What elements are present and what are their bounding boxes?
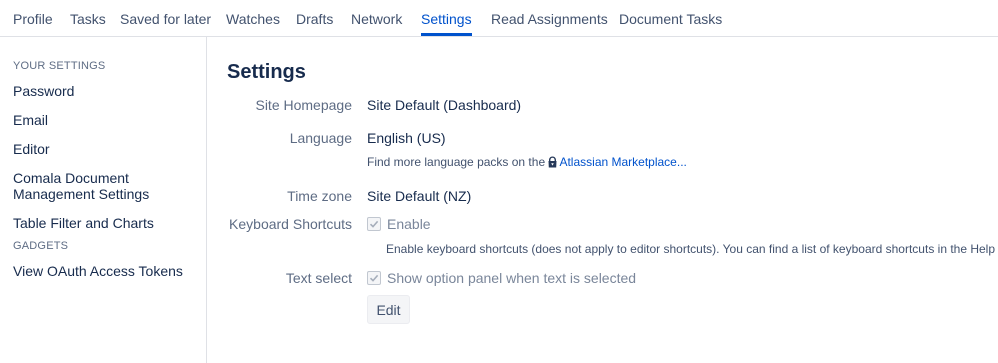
language-label: Language — [289, 130, 352, 146]
text-select-option-label[interactable]: Show option panel when text is selected — [387, 270, 636, 286]
sidebar-item-editor[interactable]: Editor — [13, 141, 198, 157]
language-packs-hint-text: Find more language packs on the — [367, 155, 546, 169]
text-select-row: Show option panel when text is selected — [367, 270, 636, 286]
sidebar-item-email[interactable]: Email — [13, 112, 198, 128]
tab-watches[interactable]: Watches — [226, 11, 280, 27]
tab-profile[interactable]: Profile — [13, 11, 53, 27]
sidebar-item-password[interactable]: Password — [13, 83, 198, 99]
time-zone-value: Site Default (NZ) — [367, 188, 472, 204]
keyboard-shortcuts-label: Keyboard Shortcuts — [229, 216, 352, 232]
tab-saved-for-later[interactable]: Saved for later — [120, 11, 211, 27]
profile-tabs-bar: Profile Tasks Saved for later Watches Dr… — [0, 0, 998, 37]
page-title: Settings — [227, 61, 306, 83]
keyboard-shortcuts-row: Enable — [367, 216, 431, 232]
keyboard-shortcuts-hint: Enable keyboard shortcuts (does not appl… — [386, 242, 998, 256]
active-tab-indicator — [421, 33, 472, 36]
tab-document-tasks[interactable]: Document Tasks — [619, 11, 722, 27]
text-select-checkbox[interactable] — [367, 271, 381, 285]
tab-read-assignments[interactable]: Read Assignments — [491, 11, 608, 27]
gadgets-heading: GADGETS — [13, 240, 69, 252]
edit-button[interactable]: Edit — [367, 295, 410, 324]
tab-network[interactable]: Network — [351, 11, 402, 27]
site-homepage-value: Site Default (Dashboard) — [367, 97, 522, 113]
keyboard-shortcuts-enable-label[interactable]: Enable — [387, 216, 431, 232]
tab-drafts[interactable]: Drafts — [296, 11, 333, 27]
language-value: English (US) — [367, 130, 446, 146]
sidebar-item-view-oauth-access-tokens[interactable]: View OAuth Access Tokens — [13, 263, 198, 279]
site-homepage-label: Site Homepage — [255, 97, 352, 113]
atlassian-marketplace-link[interactable]: Atlassian Marketplace... — [548, 155, 687, 169]
settings-sidebar: YOUR SETTINGS Password Email Editor Coma… — [0, 37, 207, 363]
checkmark-icon — [369, 274, 379, 282]
language-packs-hint: Find more language packs on the Atlassia… — [367, 155, 687, 169]
text-select-label: Text select — [285, 270, 352, 286]
tab-settings[interactable]: Settings — [421, 11, 472, 27]
keyboard-shortcuts-checkbox[interactable] — [367, 217, 381, 231]
atlassian-marketplace-link-text[interactable]: Atlassian Marketplace... — [559, 155, 686, 169]
time-zone-label: Time zone — [287, 188, 352, 204]
sidebar-item-table-filter-and-charts[interactable]: Table Filter and Charts — [13, 215, 198, 231]
sidebar-item-comala-document-management-settings[interactable]: Comala Document Management Settings — [13, 170, 163, 202]
tab-tasks[interactable]: Tasks — [70, 11, 106, 27]
your-settings-heading: YOUR SETTINGS — [13, 60, 106, 72]
atlassian-marketplace-icon — [548, 156, 557, 168]
checkmark-icon — [369, 220, 379, 228]
